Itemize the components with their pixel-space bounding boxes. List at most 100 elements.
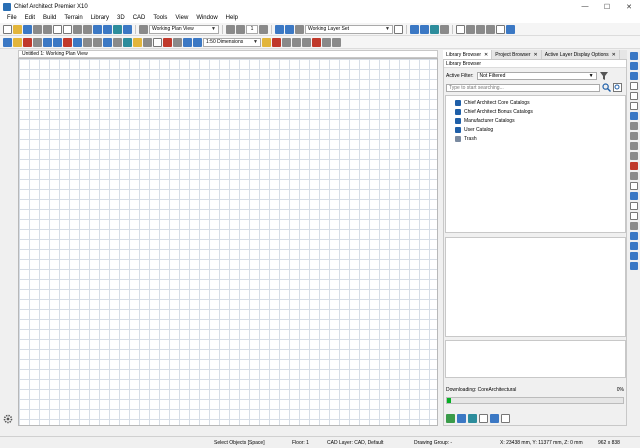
copy-paste-icon[interactable] [630, 232, 638, 240]
save-icon[interactable] [23, 24, 32, 34]
layer-checkbox-icon[interactable] [394, 24, 403, 34]
fill-icon[interactable] [183, 37, 192, 47]
layout-icon[interactable] [103, 24, 112, 34]
layer-display-icon[interactable] [275, 24, 284, 34]
window-icon[interactable] [496, 24, 505, 34]
library-icon[interactable] [143, 37, 152, 47]
camera-house-icon[interactable] [410, 24, 419, 34]
list-item[interactable]: Manufacturer Catalogs [446, 116, 625, 125]
pan-icon[interactable] [630, 102, 638, 110]
tab-active-layer-display-options[interactable]: Active Layer Display Options ✕ [542, 50, 620, 59]
undo-zoom-icon[interactable] [630, 112, 638, 120]
cut-icon[interactable] [43, 24, 52, 34]
cad-line-icon[interactable] [282, 37, 291, 47]
room-icon[interactable] [63, 37, 72, 47]
refresh-view-icon[interactable] [630, 152, 638, 160]
list-item[interactable]: User Catalog [446, 125, 625, 134]
select-objects-icon[interactable] [3, 37, 12, 47]
swap-view-icon[interactable] [630, 122, 638, 130]
layer-icon[interactable] [630, 172, 638, 180]
refresh-icon[interactable] [446, 413, 455, 423]
menu-library[interactable]: Library [87, 15, 113, 21]
menu-help[interactable]: Help [222, 15, 242, 21]
dimension-set-select[interactable]: 1:50 Dimensions ▼ [203, 37, 261, 47]
polyline-icon[interactable] [332, 37, 341, 47]
maximize-button[interactable]: ☐ [596, 0, 618, 13]
list-item[interactable]: Chief Architect Core Catalogs [446, 98, 625, 107]
box-icon[interactable] [312, 37, 321, 47]
layer-lock-icon[interactable] [295, 24, 304, 34]
array-icon[interactable] [630, 242, 638, 250]
paste-icon[interactable] [63, 24, 72, 34]
layer-set-icon[interactable] [285, 24, 294, 34]
walk-icon[interactable] [630, 142, 638, 150]
undo-icon[interactable] [73, 24, 82, 34]
menu-window[interactable]: Window [192, 15, 221, 21]
spline-icon[interactable] [322, 37, 331, 47]
zoom-out-icon[interactable] [630, 62, 638, 70]
plan-view-select[interactable]: Working Plan View ▼ [149, 24, 219, 34]
menu-cad[interactable]: CAD [129, 15, 150, 21]
window-tool-icon[interactable] [43, 37, 52, 47]
menu-view[interactable]: View [171, 15, 192, 21]
drawing-canvas[interactable] [18, 58, 438, 426]
arc-icon[interactable] [292, 37, 301, 47]
zoom-icon[interactable] [440, 24, 449, 34]
cabinet-tool-icon[interactable] [103, 37, 112, 47]
stretch-icon[interactable] [630, 212, 638, 220]
close-icon[interactable]: ✕ [484, 52, 488, 58]
minimize-button[interactable]: — [574, 0, 596, 13]
trim-icon[interactable] [173, 37, 182, 47]
filter-select[interactable]: Not Filtered ▼ [476, 71, 597, 80]
list-item[interactable]: Trash [446, 134, 625, 143]
tab-library-browser[interactable]: Library Browser ✕ [443, 50, 493, 59]
zoom-window-icon[interactable] [630, 72, 638, 80]
help-icon[interactable] [123, 24, 132, 34]
up-floor-icon[interactable] [236, 24, 245, 34]
orbit-icon[interactable] [630, 132, 638, 140]
measure-icon[interactable] [262, 37, 271, 47]
color-icon[interactable] [163, 37, 172, 47]
close-button[interactable]: ✕ [618, 0, 640, 13]
framing-icon[interactable] [73, 37, 82, 47]
cabinet-icon[interactable] [23, 37, 32, 47]
menu-3d[interactable]: 3D [113, 15, 129, 21]
new-folder-icon[interactable] [479, 413, 488, 423]
view-icon[interactable] [139, 24, 148, 34]
menu-terrain[interactable]: Terrain [60, 15, 86, 21]
zoom-in-icon[interactable] [630, 52, 638, 60]
add-to-plan-icon[interactable] [457, 413, 466, 423]
rotate-icon[interactable] [630, 222, 638, 230]
new-plan-icon[interactable] [3, 24, 12, 34]
plus-icon[interactable] [476, 24, 485, 34]
settings-toolbar-icon[interactable] [486, 24, 495, 34]
material-icon[interactable] [153, 37, 162, 47]
electrical-icon[interactable] [113, 37, 122, 47]
edit-object-icon[interactable] [630, 162, 638, 170]
render-icon[interactable] [430, 24, 439, 34]
snap-icon[interactable] [466, 24, 475, 34]
column-icon[interactable] [93, 37, 102, 47]
down-floor-icon[interactable] [226, 24, 235, 34]
frame-icon[interactable] [630, 202, 638, 210]
text-icon[interactable] [133, 37, 142, 47]
camera-icon[interactable] [420, 24, 429, 34]
wall-icon[interactable] [13, 37, 22, 47]
tab-project-browser[interactable]: Project Browser ✕ [492, 50, 542, 59]
roof-icon[interactable] [83, 37, 92, 47]
menu-edit[interactable]: Edit [21, 15, 39, 21]
advanced-search-icon[interactable] [613, 83, 622, 92]
mirror-icon[interactable] [630, 252, 638, 260]
catalog-view-icon[interactable] [468, 413, 477, 423]
terrain-icon[interactable] [123, 37, 132, 47]
redo-icon[interactable] [83, 24, 92, 34]
elevation-icon[interactable] [113, 24, 122, 34]
list-view-icon[interactable] [501, 413, 510, 423]
page-icon[interactable] [630, 182, 638, 190]
plan-icon[interactable] [93, 24, 102, 34]
list-item[interactable]: Chief Architect Bonus Catalogs [446, 107, 625, 116]
stairs-icon[interactable] [53, 37, 62, 47]
door-icon[interactable] [33, 37, 42, 47]
close-icon[interactable]: ✕ [612, 52, 616, 58]
library-search-input[interactable] [446, 83, 600, 92]
